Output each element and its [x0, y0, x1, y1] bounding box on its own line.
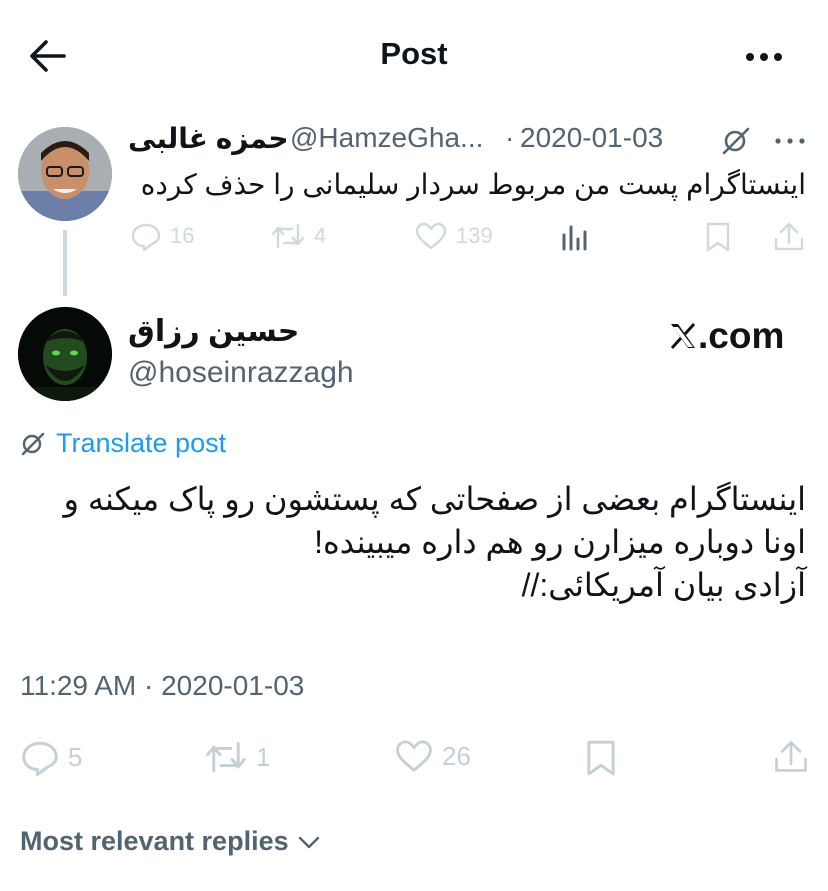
author-handle[interactable]: @HamzeGha...	[290, 122, 483, 154]
share-button[interactable]	[772, 221, 806, 253]
avatar[interactable]	[18, 127, 112, 221]
more-horizontal-icon	[775, 138, 805, 144]
page-title: Post	[380, 36, 448, 71]
heart-icon	[415, 222, 447, 250]
views-button[interactable]	[560, 221, 590, 251]
bookmark-button[interactable]	[704, 221, 732, 253]
repost-button[interactable]: 1	[204, 738, 270, 776]
bookmark-icon	[587, 740, 615, 776]
x-watermark: .com	[668, 315, 785, 356]
like-count: 139	[456, 223, 493, 248]
reply-count: 16	[170, 223, 195, 248]
replies-sort-dropdown[interactable]: Most relevant replies	[20, 826, 321, 857]
post-text: اینستاگرام پست من مربوط سردار سلیمانی را…	[140, 169, 806, 200]
like-button[interactable]: 139	[414, 221, 493, 251]
like-count: 26	[442, 740, 471, 771]
translate-label: Translate post	[56, 428, 227, 458]
reply-icon	[131, 223, 161, 251]
post-timestamp[interactable]: 11:29 AM · 2020-01-03	[20, 670, 304, 702]
grok-button[interactable]	[718, 126, 754, 156]
translate-post-button[interactable]: Translate post	[20, 428, 226, 459]
post-text: اینستاگرام بعضی از صفحاتی که پستشون رو پ…	[63, 481, 806, 603]
bookmark-icon	[706, 222, 730, 252]
post-date[interactable]: 2020-01-03	[520, 122, 663, 154]
heart-icon	[396, 740, 432, 772]
share-icon	[774, 222, 804, 251]
more-horizontal-icon	[746, 53, 782, 61]
reply-button[interactable]: 5	[20, 738, 82, 776]
share-icon	[775, 741, 807, 772]
separator-dot: ·	[505, 122, 515, 153]
chevron-down-icon	[298, 836, 319, 848]
share-button[interactable]	[772, 738, 810, 776]
bookmark-button[interactable]	[584, 738, 618, 778]
repost-count: 4	[314, 223, 327, 248]
x-logo-icon	[670, 322, 696, 350]
like-button[interactable]: 26	[394, 738, 471, 774]
author-handle[interactable]: @hoseinrazzagh	[128, 356, 354, 390]
repost-button[interactable]: 4	[270, 221, 326, 251]
repost-count: 1	[256, 741, 271, 772]
more-options-button[interactable]	[742, 40, 786, 74]
replies-sort-label: Most relevant replies	[20, 826, 289, 856]
author-name[interactable]: حسین رزاق	[128, 314, 299, 349]
repost-icon	[271, 223, 305, 249]
watermark-domain: .com	[698, 315, 785, 356]
post-more-button[interactable]	[770, 128, 810, 154]
repost-icon	[206, 742, 246, 772]
reply-icon	[22, 741, 58, 776]
reply-button[interactable]: 16	[130, 221, 194, 251]
author-name[interactable]: حمزه غالبی	[128, 122, 289, 155]
grok-icon	[722, 127, 750, 155]
analytics-icon	[562, 225, 587, 251]
avatar[interactable]	[18, 307, 112, 401]
grok-icon	[21, 432, 45, 455]
thread-connector-line	[63, 230, 67, 296]
reply-count: 5	[68, 741, 83, 772]
